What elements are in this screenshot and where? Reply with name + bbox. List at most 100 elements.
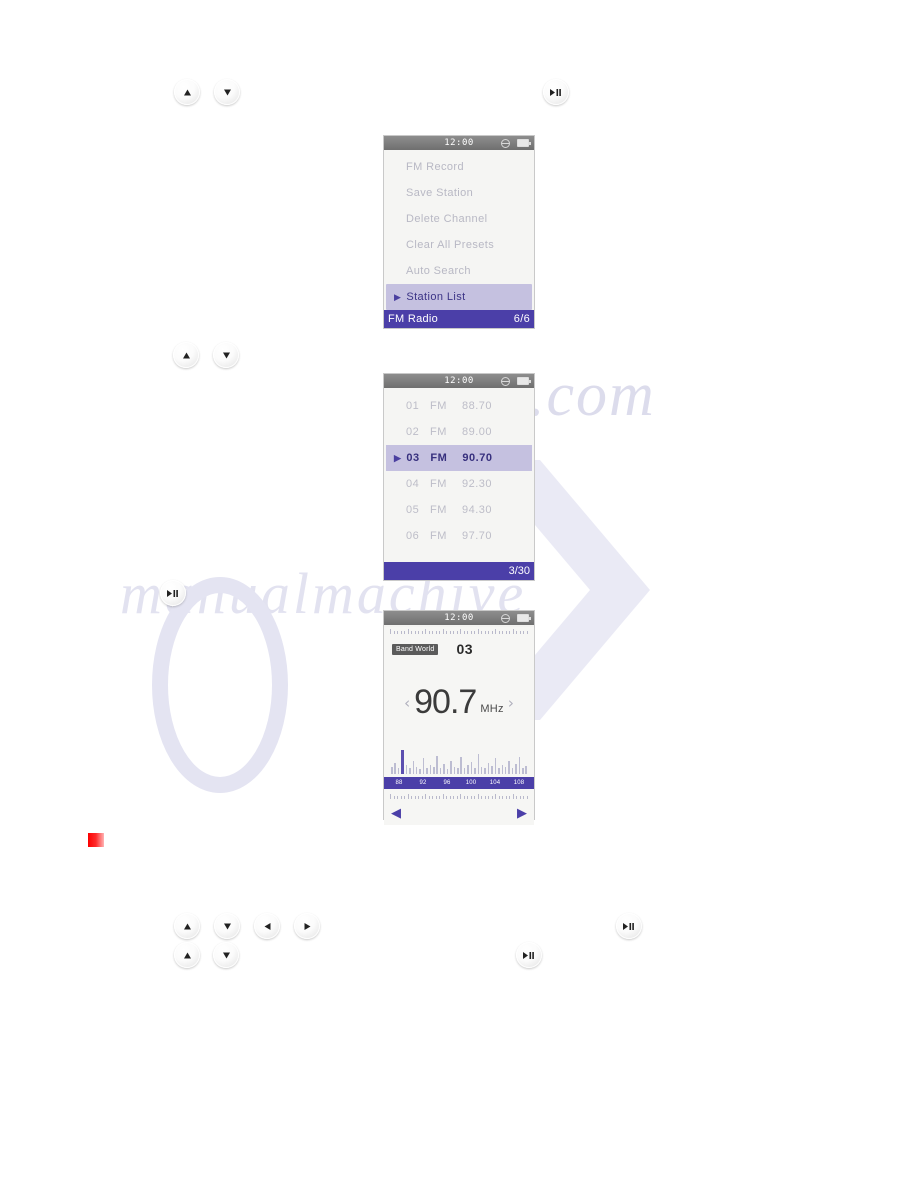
down-arrow-icon: [222, 952, 230, 958]
button-playpause-bottom-row2[interactable]: [516, 942, 542, 968]
device-screen-fm-menu: 12:00 FM Record Save Station Delete Chan…: [383, 135, 535, 329]
button-right-bottom-row1[interactable]: [294, 913, 320, 939]
station-list: 01 FM 88.70 02 FM 89.00 ▶ 03 FM 90.70 04…: [384, 388, 534, 549]
station-number: 03: [406, 452, 420, 464]
menu-item-label: Save Station: [406, 187, 474, 199]
menu-item-station-list[interactable]: ▶ Station List: [386, 284, 532, 310]
frequency-display: ‹ 90.7 MHz ›: [384, 683, 534, 722]
scale-label: 104: [489, 780, 501, 786]
menu-item-label: FM Record: [406, 161, 464, 173]
menu-item-label: Auto Search: [406, 265, 471, 277]
button-up-top[interactable]: [174, 79, 200, 105]
station-list-bottombar: 3/30: [384, 562, 534, 580]
statusbar-icons: [501, 611, 531, 625]
menu-item-label: Station List: [406, 291, 466, 303]
station-band: FM: [430, 504, 447, 516]
bottom-microtick-scale: [384, 792, 534, 799]
button-up-bottom-row2[interactable]: [174, 942, 200, 968]
frequency-value: 90.7: [414, 683, 477, 721]
button-down-bottom-row2[interactable]: [213, 942, 239, 968]
left-arrow-icon: [264, 922, 270, 930]
tune-up-arrow-icon[interactable]: ▶: [517, 806, 527, 819]
tune-down-arrow-icon[interactable]: ◀: [391, 806, 401, 819]
fm-menu-list: FM Record Save Station Delete Channel Cl…: [384, 150, 534, 310]
station-number: 05: [406, 504, 420, 516]
right-arrow-icon: [304, 922, 310, 930]
station-frequency: 88.70: [462, 400, 493, 412]
button-playpause-mid[interactable]: [160, 580, 186, 606]
down-arrow-icon: [223, 923, 231, 929]
red-bullet-marker: [88, 833, 104, 847]
play-pause-icon: [550, 88, 561, 96]
up-arrow-icon: [183, 89, 191, 95]
station-number: 06: [406, 530, 420, 542]
statusbar: 12:00: [384, 374, 534, 388]
play-pause-icon: [623, 922, 634, 930]
up-arrow-icon: [183, 952, 191, 958]
list-spacer: [384, 549, 534, 562]
globe-icon: [501, 376, 510, 386]
station-band: FM: [430, 426, 447, 438]
statusbar-icons: [501, 136, 531, 150]
prev-station-arrow-icon[interactable]: ‹: [404, 694, 410, 712]
fm-menu-bottombar: FM Radio 6/6: [384, 310, 534, 328]
preset-number: 03: [456, 641, 474, 657]
menu-item-label: Clear All Presets: [406, 239, 495, 251]
station-frequency: 97.70: [462, 530, 493, 542]
fm-tuner-body: Band World 03 ‹ 90.7 MHz › 88 92 96 100 104 1…: [384, 627, 534, 825]
menu-item-delete-channel[interactable]: Delete Channel: [384, 206, 534, 232]
station-row[interactable]: 02 FM 89.00: [384, 419, 534, 445]
down-arrow-icon: [223, 89, 231, 95]
watermark-swoosh2-icon: [152, 577, 288, 793]
selection-caret-icon: ▶: [394, 291, 402, 302]
tuner-nav-row: ◀ ▶: [384, 799, 534, 825]
scale-label: 88: [395, 780, 403, 786]
menu-item-label: Delete Channel: [406, 213, 488, 225]
station-row[interactable]: 06 FM 97.70: [384, 523, 534, 549]
scale-label: 108: [513, 780, 525, 786]
scale-label: 100: [465, 780, 477, 786]
statusbar-clock: 12:00: [444, 613, 474, 623]
station-number: 02: [406, 426, 420, 438]
station-row[interactable]: 04 FM 92.30: [384, 471, 534, 497]
device-screen-fm-tuner: 12:00 Band World 03 ‹ 90.7 MHz › 88 92 96 1…: [383, 610, 535, 825]
top-microtick-scale: [384, 627, 534, 634]
button-playpause-top[interactable]: [543, 79, 569, 105]
station-frequency: 90.70: [462, 452, 493, 464]
statusbar-clock: 12:00: [444, 376, 474, 386]
band-chip: Band World: [392, 643, 439, 655]
menu-item-clear-all-presets[interactable]: Clear All Presets: [384, 232, 534, 258]
menu-item-save-station[interactable]: Save Station: [384, 180, 534, 206]
frequency-unit: MHz: [480, 702, 504, 715]
button-playpause-bottom-row1[interactable]: [616, 913, 642, 939]
statusbar: 12:00: [384, 136, 534, 150]
play-pause-icon: [523, 951, 534, 959]
menu-item-fm-record[interactable]: FM Record: [384, 154, 534, 180]
up-arrow-icon: [183, 923, 191, 929]
button-down-mid[interactable]: [213, 342, 239, 368]
station-number: 04: [406, 478, 420, 490]
scale-label: 96: [443, 780, 451, 786]
down-arrow-icon: [222, 352, 230, 358]
station-row[interactable]: 05 FM 94.30: [384, 497, 534, 523]
button-down-bottom-row1[interactable]: [214, 913, 240, 939]
scale-label: 92: [419, 780, 427, 786]
station-number: 01: [406, 400, 420, 412]
button-up-mid[interactable]: [173, 342, 199, 368]
button-left-bottom-row1[interactable]: [254, 913, 280, 939]
bottombar-title: FM Radio: [388, 313, 439, 325]
button-down-top[interactable]: [214, 79, 240, 105]
station-frequency: 94.30: [462, 504, 493, 516]
globe-icon: [501, 613, 510, 623]
station-row[interactable]: 01 FM 88.70: [384, 393, 534, 419]
battery-icon: [517, 614, 531, 622]
station-row-selected[interactable]: ▶ 03 FM 90.70: [386, 445, 532, 471]
next-station-arrow-icon[interactable]: ›: [508, 694, 514, 712]
button-up-bottom-row1[interactable]: [174, 913, 200, 939]
station-band: FM: [430, 400, 447, 412]
station-band: FM: [430, 452, 448, 464]
menu-item-auto-search[interactable]: Auto Search: [384, 258, 534, 284]
station-frequency: 89.00: [462, 426, 493, 438]
station-band: FM: [430, 530, 447, 542]
globe-icon: [501, 138, 510, 148]
